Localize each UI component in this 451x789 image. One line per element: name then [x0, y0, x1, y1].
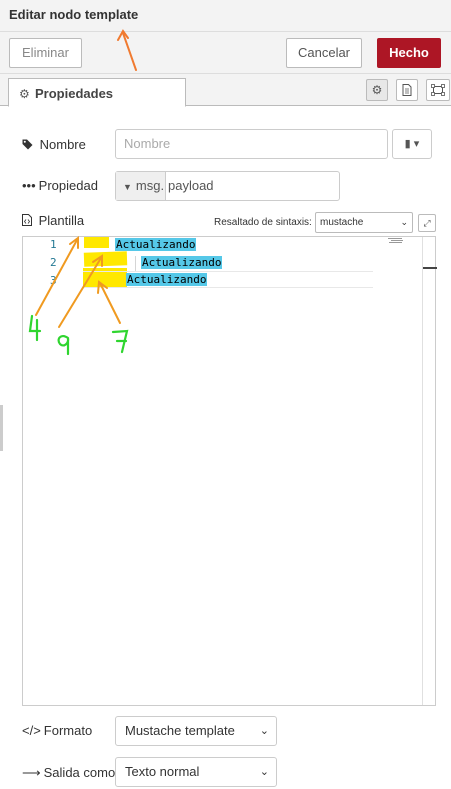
frame-icon — [431, 84, 445, 96]
current-line-rule — [83, 287, 373, 288]
dialog-toolbar: Eliminar Cancelar Hecho — [0, 32, 451, 74]
template-label-row: Plantilla — [22, 213, 84, 228]
description-tab-button[interactable] — [396, 79, 418, 101]
syntax-highlight-value: mustache — [320, 217, 364, 228]
name-input-placeholder: Nombre — [124, 136, 171, 151]
name-label: Nombre — [39, 137, 86, 152]
line-number: 1 — [50, 238, 57, 251]
property-label: Propiedad — [38, 178, 98, 193]
format-label: Formato — [43, 723, 93, 738]
tab-properties[interactable]: ⚙ Propiedades — [8, 78, 186, 107]
tab-bar: ⚙ Propiedades ⚙ — [0, 74, 451, 107]
gear-icon: ⚙ — [19, 87, 30, 101]
output-label-row: ⟶ Salida como — [22, 765, 115, 781]
name-input[interactable]: Nombre — [115, 129, 388, 159]
done-button[interactable]: Hecho — [377, 38, 441, 68]
format-select[interactable]: Mustache template ⌄ — [115, 716, 277, 746]
tab-properties-label: Propiedades — [35, 86, 114, 101]
caret-down-icon: ▾ — [413, 138, 420, 150]
code-icon: </> — [22, 723, 41, 738]
syntax-highlight-label: Resaltado de sintaxis: — [214, 217, 312, 228]
editor-scrollbar[interactable] — [422, 237, 437, 705]
line-number: 2 — [50, 256, 57, 269]
property-type-prefix: msg. — [135, 178, 165, 193]
dialog-title: Editar nodo template — [9, 7, 139, 22]
config-book-button[interactable]: ▮ ▾ — [392, 129, 432, 159]
property-label-row: ••• Propiedad — [22, 178, 98, 193]
expand-icon: ⤢ — [423, 218, 431, 228]
minimap-line — [389, 242, 402, 243]
caret-down-icon: ▼ — [123, 182, 132, 192]
output-value: Texto normal — [125, 764, 200, 779]
indent-guide — [135, 256, 136, 272]
code-line-3: Actualizando — [126, 273, 208, 286]
settings-tab-button[interactable]: ⚙ — [366, 79, 388, 101]
file-code-icon — [22, 213, 36, 228]
syntax-highlight-select[interactable]: mustache ⌄ — [315, 212, 413, 233]
gear-icon: ⚙ — [371, 83, 383, 97]
expand-editor-button[interactable]: ⤢ — [418, 214, 436, 232]
property-typed-input[interactable]: ▼ msg. payload — [115, 171, 340, 201]
minimap-line — [391, 240, 403, 241]
document-icon — [402, 84, 412, 96]
arrow-right-icon: ⟶ — [22, 765, 41, 780]
code-line-2: Actualizando — [141, 256, 223, 269]
output-label: Salida como — [43, 765, 116, 780]
book-icon: ▮ — [404, 138, 411, 150]
resize-handle[interactable] — [0, 405, 3, 451]
code-line-1: Actualizando — [115, 238, 197, 251]
cancel-button[interactable]: Cancelar — [286, 38, 362, 68]
chevron-down-icon: ⌄ — [400, 217, 408, 227]
format-label-row: </> Formato — [22, 723, 92, 738]
template-label: Plantilla — [38, 213, 85, 228]
current-line-rule — [83, 271, 373, 272]
chevron-down-icon: ⌄ — [259, 725, 269, 737]
property-type-selector[interactable]: ▼ msg. — [116, 172, 166, 200]
line-number: 3 — [50, 274, 57, 287]
scrollbar-cursor-marker — [423, 267, 437, 269]
ellipsis-icon: ••• — [22, 178, 36, 193]
yellow-highlight-mark — [83, 251, 128, 267]
format-value: Mustache template — [125, 723, 235, 738]
delete-button[interactable]: Eliminar — [9, 38, 82, 68]
output-select[interactable]: Texto normal ⌄ — [115, 757, 277, 787]
property-value[interactable]: payload — [168, 172, 214, 200]
template-code-editor[interactable]: 1 2 3 Actualizando Actualizando Actualiz… — [22, 236, 437, 706]
appearance-tab-button[interactable] — [426, 79, 450, 101]
yellow-highlight-mark — [84, 237, 109, 248]
name-label-row: Nombre — [22, 137, 86, 152]
minimap-line — [388, 238, 402, 239]
dialog-header: Editar nodo template — [0, 0, 451, 32]
chevron-down-icon: ⌄ — [259, 766, 269, 778]
tag-icon — [22, 137, 37, 152]
